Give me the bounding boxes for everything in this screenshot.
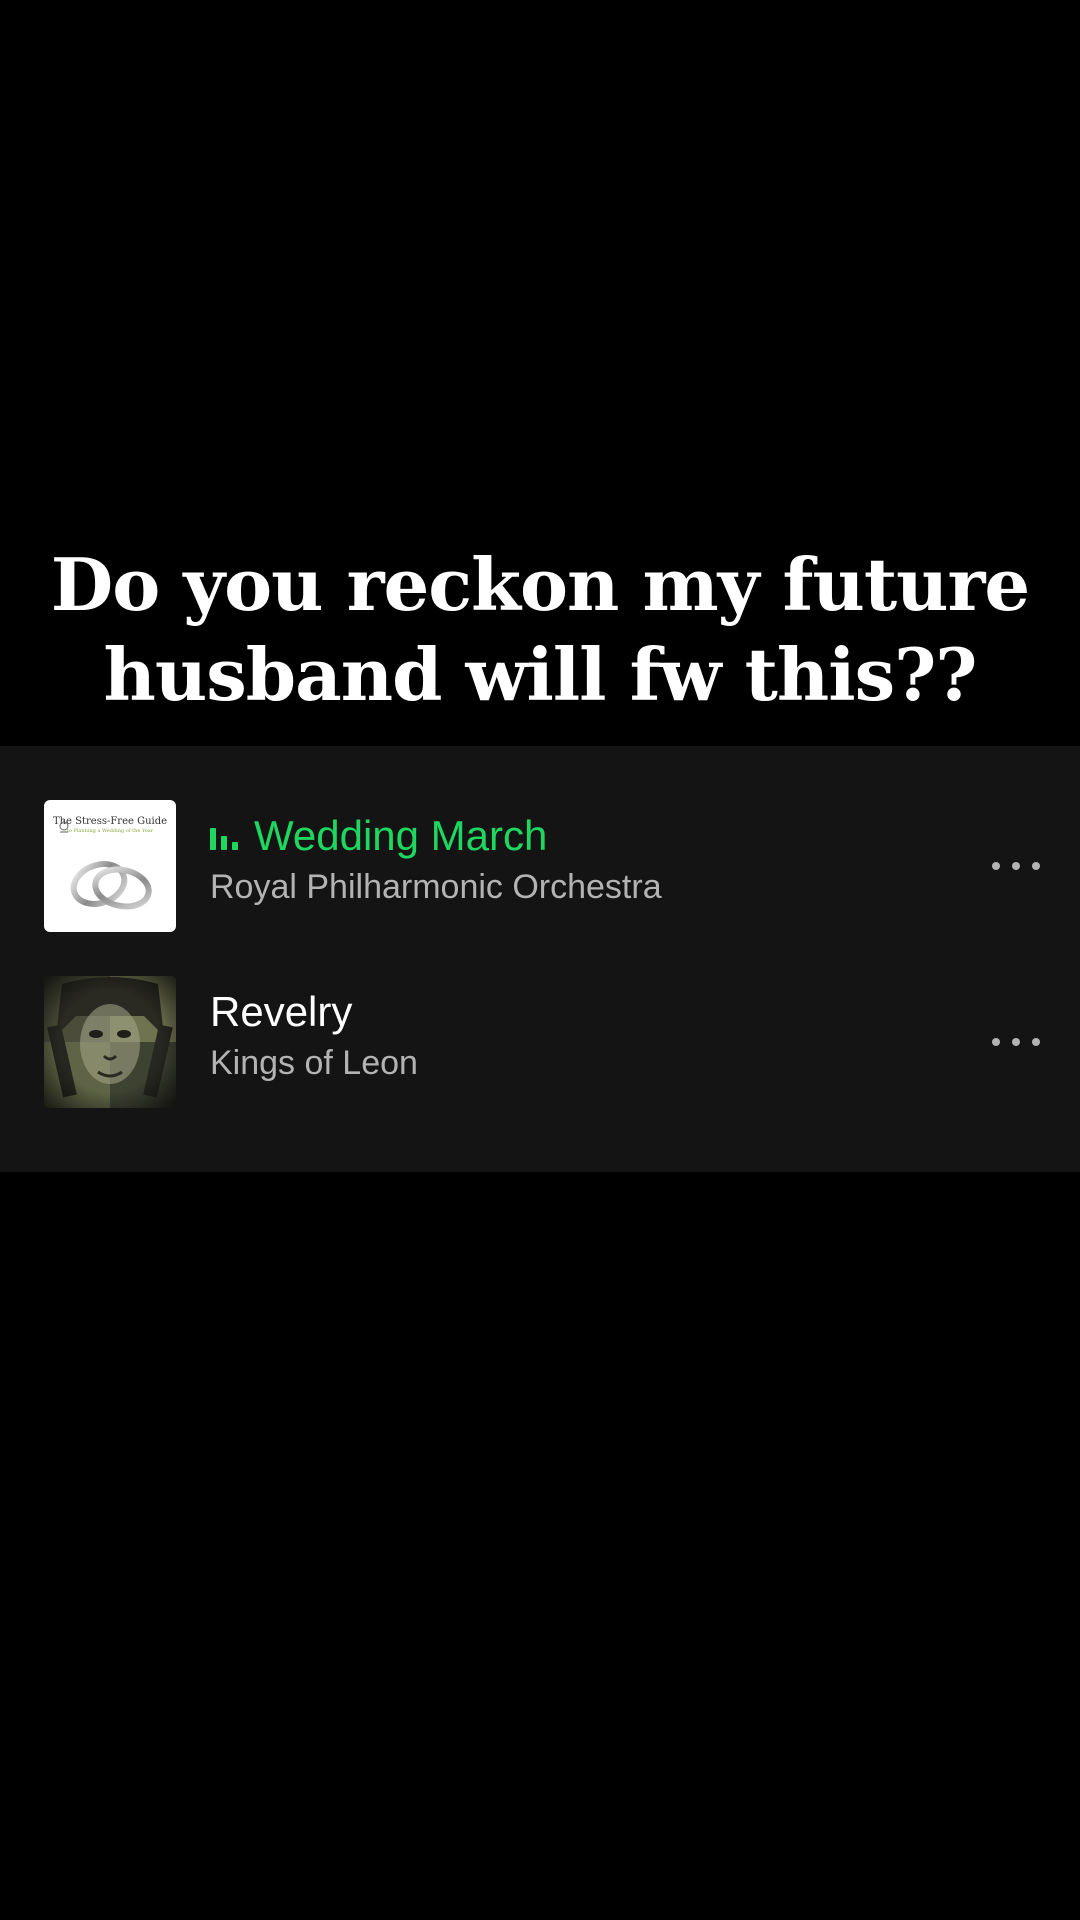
track-list: The Stress-Free Guide to Planning a Wedd… xyxy=(0,746,1080,1172)
album-art-revelry xyxy=(44,976,176,1108)
more-dot-icon xyxy=(1012,862,1020,870)
track-artist: Royal Philharmonic Orchestra xyxy=(210,868,662,906)
screen: Do you reckon my future husband will fw … xyxy=(0,0,1080,1920)
track-row-revelry[interactable]: Revelry Kings of Leon xyxy=(0,976,1080,1108)
more-options-button[interactable] xyxy=(992,1022,1040,1062)
track-info: Revelry Kings of Leon xyxy=(210,984,950,1083)
wedding-rings-icon xyxy=(59,820,152,910)
caption-line-1: Do you reckon my future xyxy=(50,542,1030,627)
caption-text: Do you reckon my future husband will fw … xyxy=(0,540,1080,720)
title-line: Revelry xyxy=(210,984,950,1040)
more-dot-icon xyxy=(992,862,1000,870)
caption-line-2: husband will fw this?? xyxy=(103,632,978,717)
track-artist: Kings of Leon xyxy=(210,1044,418,1082)
more-dot-icon xyxy=(1032,1038,1040,1046)
more-dot-icon xyxy=(992,1038,1000,1046)
title-line: Wedding March xyxy=(210,808,950,864)
more-dot-icon xyxy=(1012,1038,1020,1046)
album-art-wedding-march: The Stress-Free Guide to Planning a Wedd… xyxy=(44,800,176,932)
face-collage-icon xyxy=(44,976,176,1108)
more-options-button[interactable] xyxy=(992,846,1040,886)
more-dot-icon xyxy=(1032,862,1040,870)
track-info: Wedding March Royal Philharmonic Orchest… xyxy=(210,808,950,907)
track-title: Revelry xyxy=(210,988,353,1035)
track-title: Wedding March xyxy=(254,812,548,859)
track-row-wedding-march[interactable]: The Stress-Free Guide to Planning a Wedd… xyxy=(0,800,1080,932)
now-playing-equalizer-icon xyxy=(210,828,238,850)
